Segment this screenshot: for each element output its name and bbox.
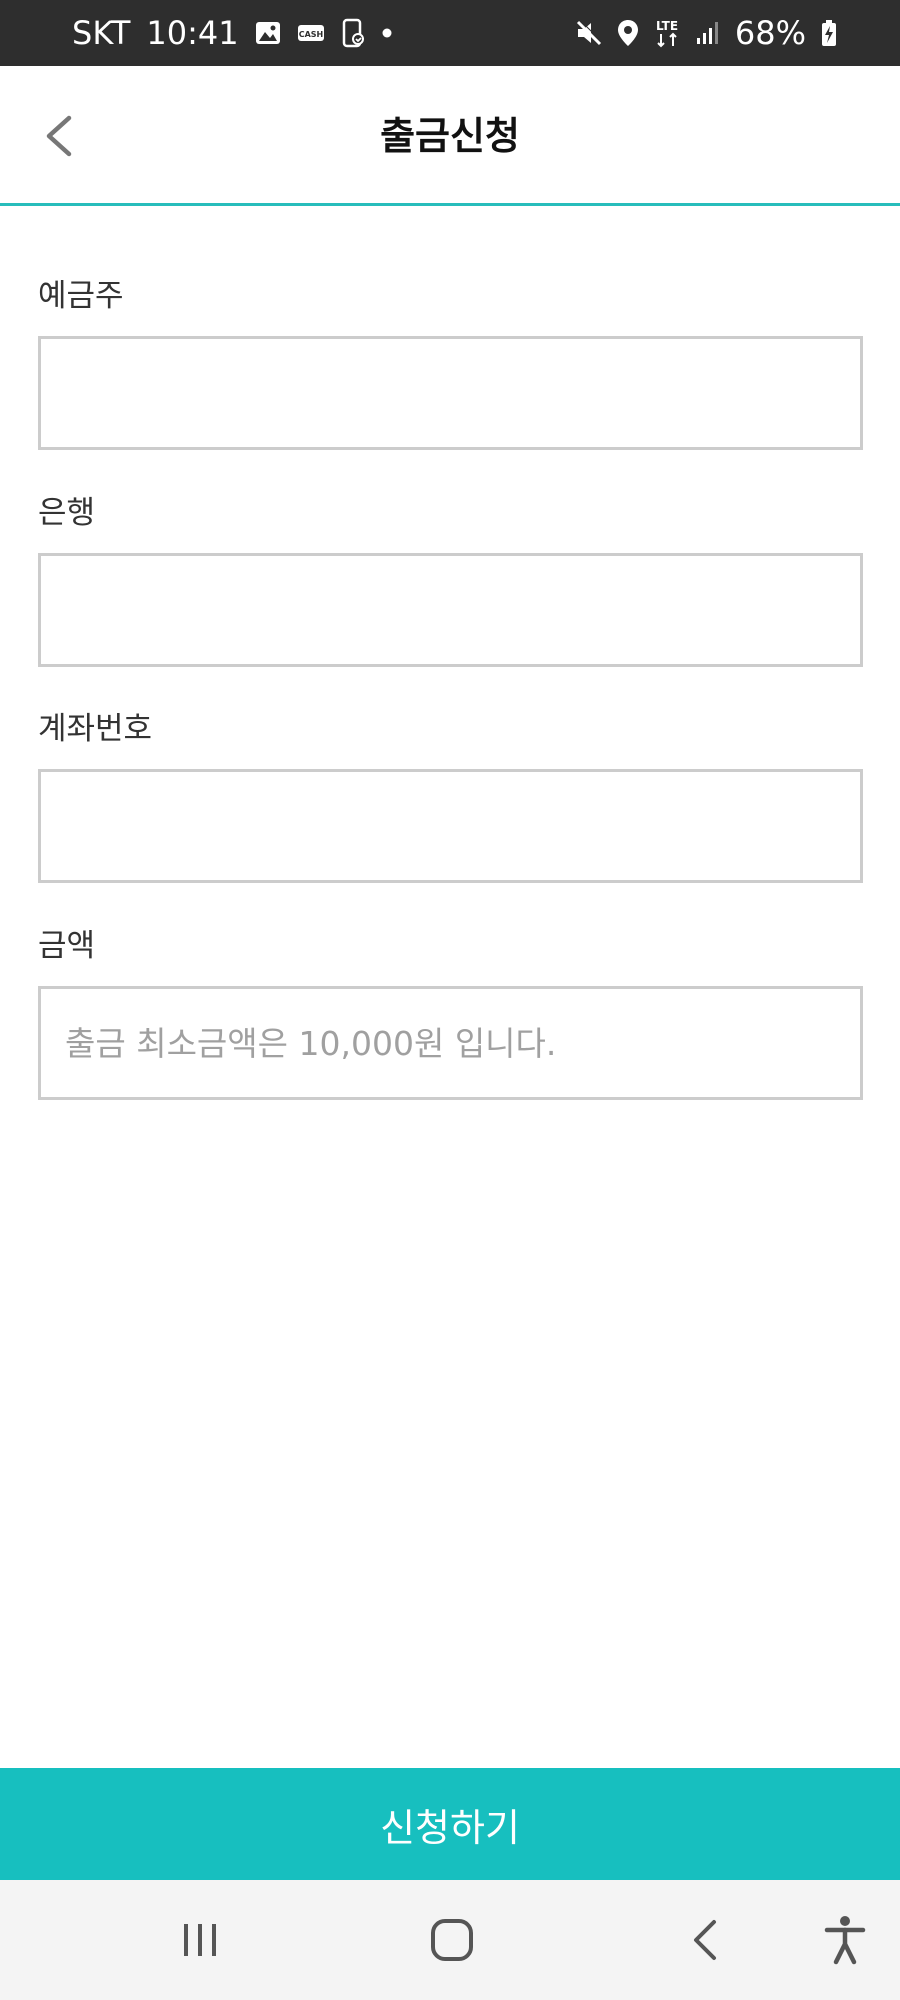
account-holder-label: 예금주 [38, 278, 124, 314]
status-bar: SKT 10:41 CASH LTE 68% [0, 0, 900, 66]
account-holder-input[interactable] [38, 336, 863, 450]
mute-icon [575, 19, 603, 47]
battery-label: 68% [734, 14, 806, 52]
chevron-left-icon [46, 115, 72, 157]
bank-label: 은행 [38, 495, 96, 531]
recent-apps-icon [184, 1924, 216, 1956]
amount-input[interactable] [38, 986, 863, 1100]
amount-label: 금액 [38, 928, 96, 964]
account-number-input[interactable] [38, 769, 863, 883]
back-button[interactable] [28, 106, 88, 166]
gallery-icon [255, 21, 281, 45]
battery-charging-icon [820, 19, 838, 47]
phone-sync-icon [341, 18, 365, 48]
home-icon [431, 1919, 473, 1961]
bank-input[interactable] [38, 553, 863, 667]
carrier-label: SKT [72, 14, 131, 52]
location-icon [617, 19, 639, 47]
dot-icon [381, 27, 393, 39]
account-number-label: 계좌번호 [38, 711, 153, 747]
accessibility-button[interactable] [795, 1880, 895, 2000]
back-icon [694, 1920, 716, 1960]
submit-button[interactable]: 신청하기 [0, 1768, 900, 1880]
svg-text:LTE: LTE [656, 19, 678, 33]
svg-text:CASH: CASH [298, 30, 323, 39]
page-title: 출금신청 [380, 114, 520, 158]
lte-icon: LTE [653, 17, 681, 49]
system-back-button[interactable] [654, 1880, 754, 2000]
accessibility-icon [824, 1916, 866, 1965]
home-button[interactable] [402, 1880, 502, 2000]
status-left: SKT 10:41 CASH [72, 0, 393, 66]
cash-icon: CASH [297, 23, 325, 43]
signal-icon [695, 20, 721, 46]
recent-apps-button[interactable] [150, 1880, 250, 2000]
navigation-bar [0, 1880, 900, 2000]
status-right: LTE 68% [575, 0, 838, 66]
app-header: 출금신청 [0, 66, 900, 206]
clock-label: 10:41 [146, 14, 239, 52]
